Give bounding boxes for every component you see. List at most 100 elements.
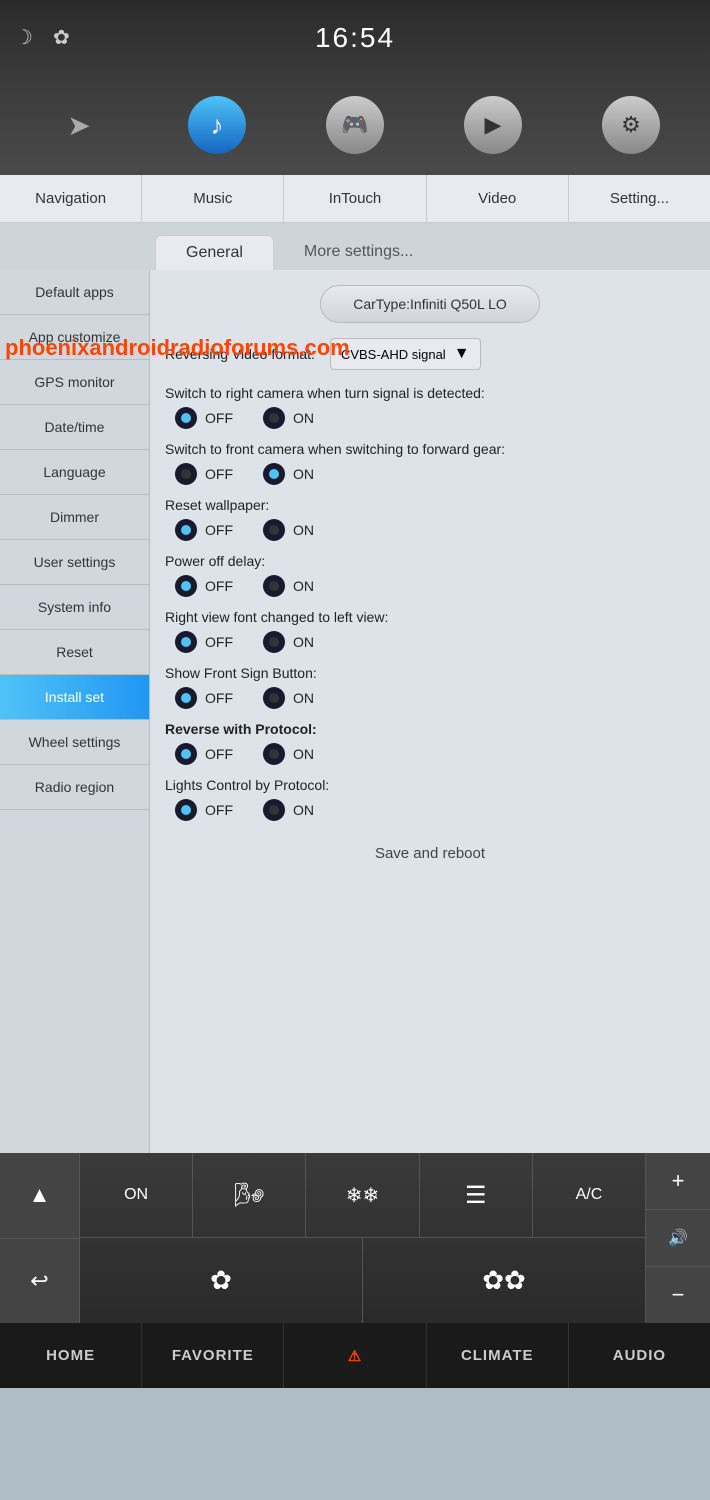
bottom-nav-warning[interactable]: ⚠ xyxy=(284,1323,426,1388)
radio-reset-wallpaper-off[interactable]: OFF xyxy=(175,519,233,541)
tab-more-settings[interactable]: More settings... xyxy=(274,235,443,270)
climate-main-controls: ON 🌬 ❄❄ ☰ A/C ✿ ✿✿ xyxy=(80,1153,645,1323)
climate-defrost-front-button[interactable]: ❄❄ xyxy=(306,1153,419,1237)
radio-dot-icon xyxy=(175,575,197,597)
sidebar-item-radio-region[interactable]: Radio region xyxy=(0,765,149,810)
sidebar-item-wheel-settings[interactable]: Wheel settings xyxy=(0,720,149,765)
setting-reset-wallpaper: Reset wallpaper: OFF ON xyxy=(165,497,695,541)
plus-icon: + xyxy=(672,1168,685,1194)
moon-icon: ☽ xyxy=(15,25,33,50)
reversing-video-row: Reversing Video format: CVBS-AHD signal … xyxy=(165,338,695,370)
radio-row-reverse-protocol: OFF ON xyxy=(165,743,695,765)
tab-video[interactable]: Video xyxy=(427,175,569,222)
bottom-nav-favorite[interactable]: FAVORITE xyxy=(142,1323,284,1388)
radio-right-camera-off[interactable]: OFF xyxy=(175,407,233,429)
radio-front-camera-on[interactable]: ON xyxy=(263,463,314,485)
settings-tabs: General More settings... xyxy=(0,223,710,270)
climate-temp-down-button[interactable]: − xyxy=(646,1267,710,1323)
up-arrow-icon: ▲ xyxy=(29,1182,51,1208)
radio-power-off-delay-on[interactable]: ON xyxy=(263,575,314,597)
nav-tabs: Navigation Music InTouch Video Setting..… xyxy=(0,175,710,223)
brightness-icon: ✿ xyxy=(53,25,70,50)
setting-power-off-delay: Power off delay: OFF ON xyxy=(165,553,695,597)
climate-vent-button[interactable]: ☰ xyxy=(420,1153,533,1237)
radio-row-reset-wallpaper: OFF ON xyxy=(165,519,695,541)
radio-reverse-protocol-off[interactable]: OFF xyxy=(175,743,233,765)
sidebar-item-system-info[interactable]: System info xyxy=(0,585,149,630)
settings-area: General More settings... Default apps Ap… xyxy=(0,223,710,1153)
reversing-video-dropdown[interactable]: CVBS-AHD signal ▼ xyxy=(330,338,481,370)
save-reboot-button[interactable]: Save and reboot xyxy=(165,833,695,874)
climate-up-button[interactable]: ▲ xyxy=(0,1153,79,1239)
radio-front-camera-off[interactable]: OFF xyxy=(175,463,233,485)
radio-lights-control-off[interactable]: OFF xyxy=(175,799,233,821)
radio-dot-icon xyxy=(263,519,285,541)
setting-front-camera: Switch to front camera when switching to… xyxy=(165,441,695,485)
nav-icons-row: ➤ ♪ 🎮 ▶ ⚙ xyxy=(0,75,710,175)
sidebar-item-install-set[interactable]: Install set xyxy=(0,675,149,720)
radio-dot-icon xyxy=(175,519,197,541)
nav-icon-video[interactable]: ▶ xyxy=(464,96,522,154)
top-bar: ☽ ✿ 16:54 xyxy=(0,0,710,75)
radio-right-view-font-on[interactable]: ON xyxy=(263,631,314,653)
nav-icon-music[interactable]: ♪ xyxy=(188,96,246,154)
nav-icon-settings[interactable]: ⚙ xyxy=(602,96,660,154)
radio-right-camera-on[interactable]: ON xyxy=(263,407,314,429)
nav-icon-intouch[interactable]: 🎮 xyxy=(326,96,384,154)
content-panel: CarType:Infiniti Q50L LO Reversing Video… xyxy=(150,270,710,1153)
setting-right-view-font: Right view font changed to left view: OF… xyxy=(165,609,695,653)
radio-reverse-protocol-on[interactable]: ON xyxy=(263,743,314,765)
top-bar-icons: ☽ ✿ xyxy=(15,25,70,50)
back-arrow-icon: ↩ xyxy=(30,1268,48,1294)
sidebar-item-reset[interactable]: Reset xyxy=(0,630,149,675)
warning-icon: ⚠ xyxy=(348,1347,362,1365)
sidebar-item-dimmer[interactable]: Dimmer xyxy=(0,495,149,540)
radio-dot-icon xyxy=(175,463,197,485)
setting-reverse-protocol: Reverse with Protocol: OFF ON xyxy=(165,721,695,765)
sidebar-item-datetime[interactable]: Date/time xyxy=(0,405,149,450)
radio-dot-icon xyxy=(263,575,285,597)
sidebar: Default apps App customize GPS monitor D… xyxy=(0,270,150,1153)
radio-power-off-delay-off[interactable]: OFF xyxy=(175,575,233,597)
radio-row-front-camera: OFF ON xyxy=(165,463,695,485)
tab-general[interactable]: General xyxy=(155,235,274,270)
radio-dot-icon xyxy=(263,743,285,765)
sidebar-item-app-customize[interactable]: App customize xyxy=(0,315,149,360)
radio-row-right-camera: OFF ON xyxy=(165,407,695,429)
climate-fan-low-button[interactable]: ✿ xyxy=(80,1238,363,1323)
music-icon: ♪ xyxy=(188,96,246,154)
sidebar-item-default-apps[interactable]: Default apps xyxy=(0,270,149,315)
climate-on-button[interactable]: ON xyxy=(80,1153,193,1237)
sidebar-item-user-settings[interactable]: User settings xyxy=(0,540,149,585)
radio-front-sign-off[interactable]: OFF xyxy=(175,687,233,709)
sidebar-item-gps-monitor[interactable]: GPS monitor xyxy=(0,360,149,405)
bottom-nav-home[interactable]: HOME xyxy=(0,1323,142,1388)
car-type-button[interactable]: CarType:Infiniti Q50L LO xyxy=(320,285,540,323)
tab-settings[interactable]: Setting... xyxy=(569,175,710,222)
radio-front-sign-on[interactable]: ON xyxy=(263,687,314,709)
bottom-nav-climate[interactable]: CLIMATE xyxy=(427,1323,569,1388)
intouch-icon: 🎮 xyxy=(326,96,384,154)
radio-lights-control-on[interactable]: ON xyxy=(263,799,314,821)
setting-lights-control: Lights Control by Protocol: OFF ON xyxy=(165,777,695,821)
radio-right-view-font-off[interactable]: OFF xyxy=(175,631,233,653)
tab-navigation[interactable]: Navigation xyxy=(0,175,142,222)
radio-dot-icon xyxy=(263,631,285,653)
bottom-nav-audio[interactable]: AUDIO xyxy=(569,1323,710,1388)
defrost-front-icon: ❄❄ xyxy=(346,1183,380,1208)
tab-intouch[interactable]: InTouch xyxy=(284,175,426,222)
radio-reset-wallpaper-on[interactable]: ON xyxy=(263,519,314,541)
climate-bar: ▲ ↩ ON 🌬 ❄❄ ☰ A/C ✿ xyxy=(0,1153,710,1323)
radio-dot-icon xyxy=(263,407,285,429)
climate-fan-button[interactable]: 🌬 xyxy=(193,1153,306,1237)
tab-music[interactable]: Music xyxy=(142,175,284,222)
climate-temp-up-button[interactable]: + xyxy=(646,1153,710,1210)
climate-back-button[interactable]: ↩ xyxy=(0,1239,79,1324)
climate-volume-button[interactable]: 🔊 xyxy=(646,1210,710,1267)
nav-icon-navigation[interactable]: ➤ xyxy=(50,96,108,154)
radio-dot-icon xyxy=(175,407,197,429)
climate-ac-button[interactable]: A/C xyxy=(533,1153,645,1237)
climate-fan-high-button[interactable]: ✿✿ xyxy=(363,1238,645,1323)
sidebar-item-language[interactable]: Language xyxy=(0,450,149,495)
radio-dot-icon xyxy=(263,463,285,485)
